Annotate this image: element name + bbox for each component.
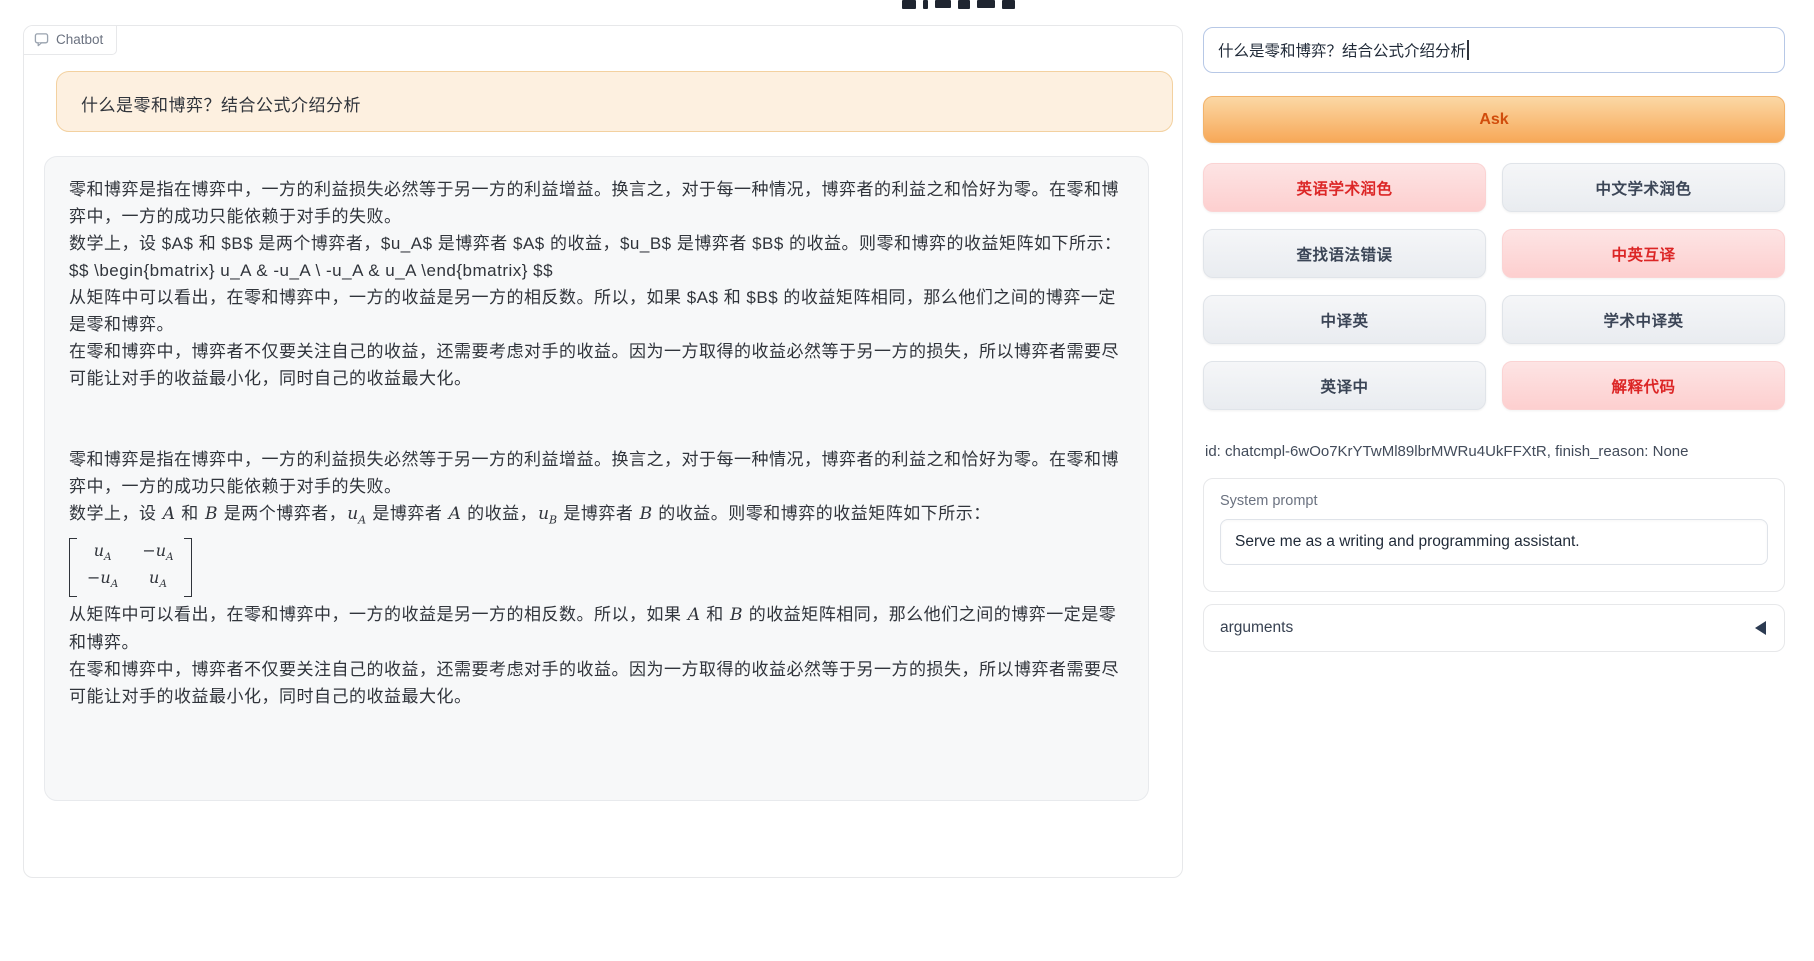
bot-raw-paragraph: 零和博弈是指在博弈中，一方的利益损失必然等于另一方的利益增益。换言之，对于每一种…	[69, 176, 1124, 230]
matrix-cell: −uA	[87, 568, 118, 594]
system-prompt-card: System prompt Serve me as a writing and …	[1203, 478, 1785, 592]
bot-raw-latex-line: $$ \begin{bmatrix} u_A & -u_A \ -u_A & u…	[69, 257, 1124, 284]
math-var: B	[204, 504, 219, 524]
quick-button-explain-code[interactable]: 解释代码	[1502, 361, 1785, 410]
clipped-page-title	[902, 0, 1028, 9]
bot-rendered-paragraph: 零和博弈是指在博弈中，一方的利益损失必然等于另一方的利益增益。换言之，对于每一种…	[69, 446, 1124, 500]
math-var: A	[687, 605, 701, 625]
arguments-accordion-label: arguments	[1220, 619, 1293, 637]
bot-raw-paragraph: 从矩阵中可以看出，在零和博弈中，一方的收益是另一方的相反数。所以，如果 $A$ …	[69, 284, 1124, 338]
chatbot-panel: Chatbot 什么是零和博弈？结合公式介绍分析 零和博弈是指在博弈中，一方的利…	[23, 25, 1183, 878]
bot-rendered-paragraph: 在零和博弈中，博弈者不仅要关注自己的收益，还需要考虑对手的收益。因为一方取得的收…	[69, 656, 1124, 710]
quick-button-zh-to-en[interactable]: 中译英	[1203, 295, 1486, 344]
math-var: uA	[346, 504, 367, 524]
quick-button-label: 英语学术润色	[1296, 177, 1392, 199]
quick-button-zh-en-mutual[interactable]: 中英互译	[1502, 229, 1785, 278]
question-input-value: 什么是零和博弈？结合公式介绍分析	[1218, 39, 1466, 61]
collapse-left-triangle-icon	[1755, 621, 1766, 635]
matrix-cell: uA	[142, 568, 173, 594]
quick-button-label: 中英互译	[1611, 243, 1675, 265]
clipped-glyph	[1002, 0, 1015, 9]
bot-rendered-paragraph: 从矩阵中可以看出，在零和博弈中，一方的收益是另一方的相反数。所以，如果 A 和 …	[69, 601, 1124, 656]
text-run: 从矩阵中可以看出，在零和博弈中，一方的收益是另一方的相反数。所以，如果	[69, 605, 687, 624]
payoff-matrix: uA −uA −uA uA	[69, 538, 192, 596]
system-prompt-label: System prompt	[1220, 493, 1768, 509]
bot-message-bubble: 零和博弈是指在博弈中，一方的利益损失必然等于另一方的利益增益。换言之，对于每一种…	[44, 156, 1149, 801]
quick-button-en-to-zh[interactable]: 英译中	[1203, 361, 1486, 410]
math-var: B	[639, 504, 654, 524]
bot-rendered-answer: 零和博弈是指在博弈中，一方的利益损失必然等于另一方的利益增益。换言之，对于每一种…	[69, 446, 1124, 710]
matrix-cell: −uA	[142, 541, 173, 567]
clipped-glyph	[977, 0, 995, 8]
quick-button-label: 学术中译英	[1603, 309, 1683, 331]
quick-button-grammar-check[interactable]: 查找语法错误	[1203, 229, 1486, 278]
quick-button-english-polish[interactable]: 英语学术润色	[1203, 163, 1486, 212]
question-input[interactable]: 什么是零和博弈？结合公式介绍分析	[1203, 27, 1785, 73]
text-run: 是博弈者	[367, 504, 447, 523]
clipped-glyph	[935, 0, 951, 8]
quick-action-grid: 英语学术润色 中文学术润色 查找语法错误 中英互译 中译英 学术中译英 英译中 …	[1203, 163, 1785, 410]
text-run: 的收益，	[462, 504, 537, 523]
ask-button-label: Ask	[1479, 111, 1508, 129]
matrix-cell: uA	[87, 541, 118, 567]
paragraph-gap	[69, 392, 1124, 446]
math-var: A	[162, 504, 176, 524]
clipped-glyph	[923, 0, 928, 9]
speech-bubble-icon	[34, 32, 49, 47]
bot-raw-paragraph: 在零和博弈中，博弈者不仅要关注自己的收益，还需要考虑对手的收益。因为一方取得的收…	[69, 338, 1124, 392]
quick-button-label: 中文学术润色	[1595, 177, 1691, 199]
clipped-glyph	[958, 0, 970, 9]
math-var: uB	[537, 504, 558, 524]
text-run: 数学上，设	[69, 504, 162, 523]
quick-button-chinese-polish[interactable]: 中文学术润色	[1502, 163, 1785, 212]
clipped-glyph	[902, 0, 916, 9]
text-run: 的收益。则零和博弈的收益矩阵如下所示：	[653, 504, 991, 523]
matrix-right-bracket	[184, 538, 192, 596]
bot-rendered-math-intro: 数学上，设 A 和 B 是两个博弈者，uA 是博弈者 A 的收益，uB 是博弈者…	[69, 500, 1124, 533]
ask-button[interactable]: Ask	[1203, 96, 1785, 143]
bot-raw-answer: 零和博弈是指在博弈中，一方的利益损失必然等于另一方的利益增益。换言之，对于每一种…	[69, 176, 1124, 392]
chatbot-panel-label: Chatbot	[24, 26, 117, 55]
response-status-line: id: chatcmpl-6wOo7KrYTwMl89lbrMWRu4UkFFX…	[1205, 443, 1785, 460]
text-run: 和	[701, 605, 729, 624]
text-run: 和	[176, 504, 204, 523]
text-run: 是博弈者	[558, 504, 638, 523]
quick-button-label: 查找语法错误	[1296, 243, 1392, 265]
math-var: B	[729, 605, 744, 625]
user-message-bubble: 什么是零和博弈？结合公式介绍分析	[56, 71, 1173, 132]
math-var: A	[448, 504, 462, 524]
text-run: 是两个博弈者，	[218, 504, 346, 523]
matrix-left-bracket	[69, 538, 77, 596]
quick-button-label: 中译英	[1320, 309, 1368, 331]
quick-button-label: 英译中	[1320, 375, 1368, 397]
system-prompt-input[interactable]: Serve me as a writing and programming as…	[1220, 519, 1768, 565]
chatbot-panel-label-text: Chatbot	[56, 32, 103, 47]
arguments-accordion[interactable]: arguments	[1203, 604, 1785, 652]
user-message-text: 什么是零和博弈？结合公式介绍分析	[81, 96, 361, 115]
text-caret	[1467, 40, 1469, 60]
quick-button-academic-zh-en[interactable]: 学术中译英	[1502, 295, 1785, 344]
bot-raw-paragraph: 数学上，设 $A$ 和 $B$ 是两个博弈者，$u_A$ 是博弈者 $A$ 的收…	[69, 230, 1124, 257]
quick-button-label: 解释代码	[1611, 375, 1675, 397]
system-prompt-value: Serve me as a writing and programming as…	[1235, 533, 1580, 551]
